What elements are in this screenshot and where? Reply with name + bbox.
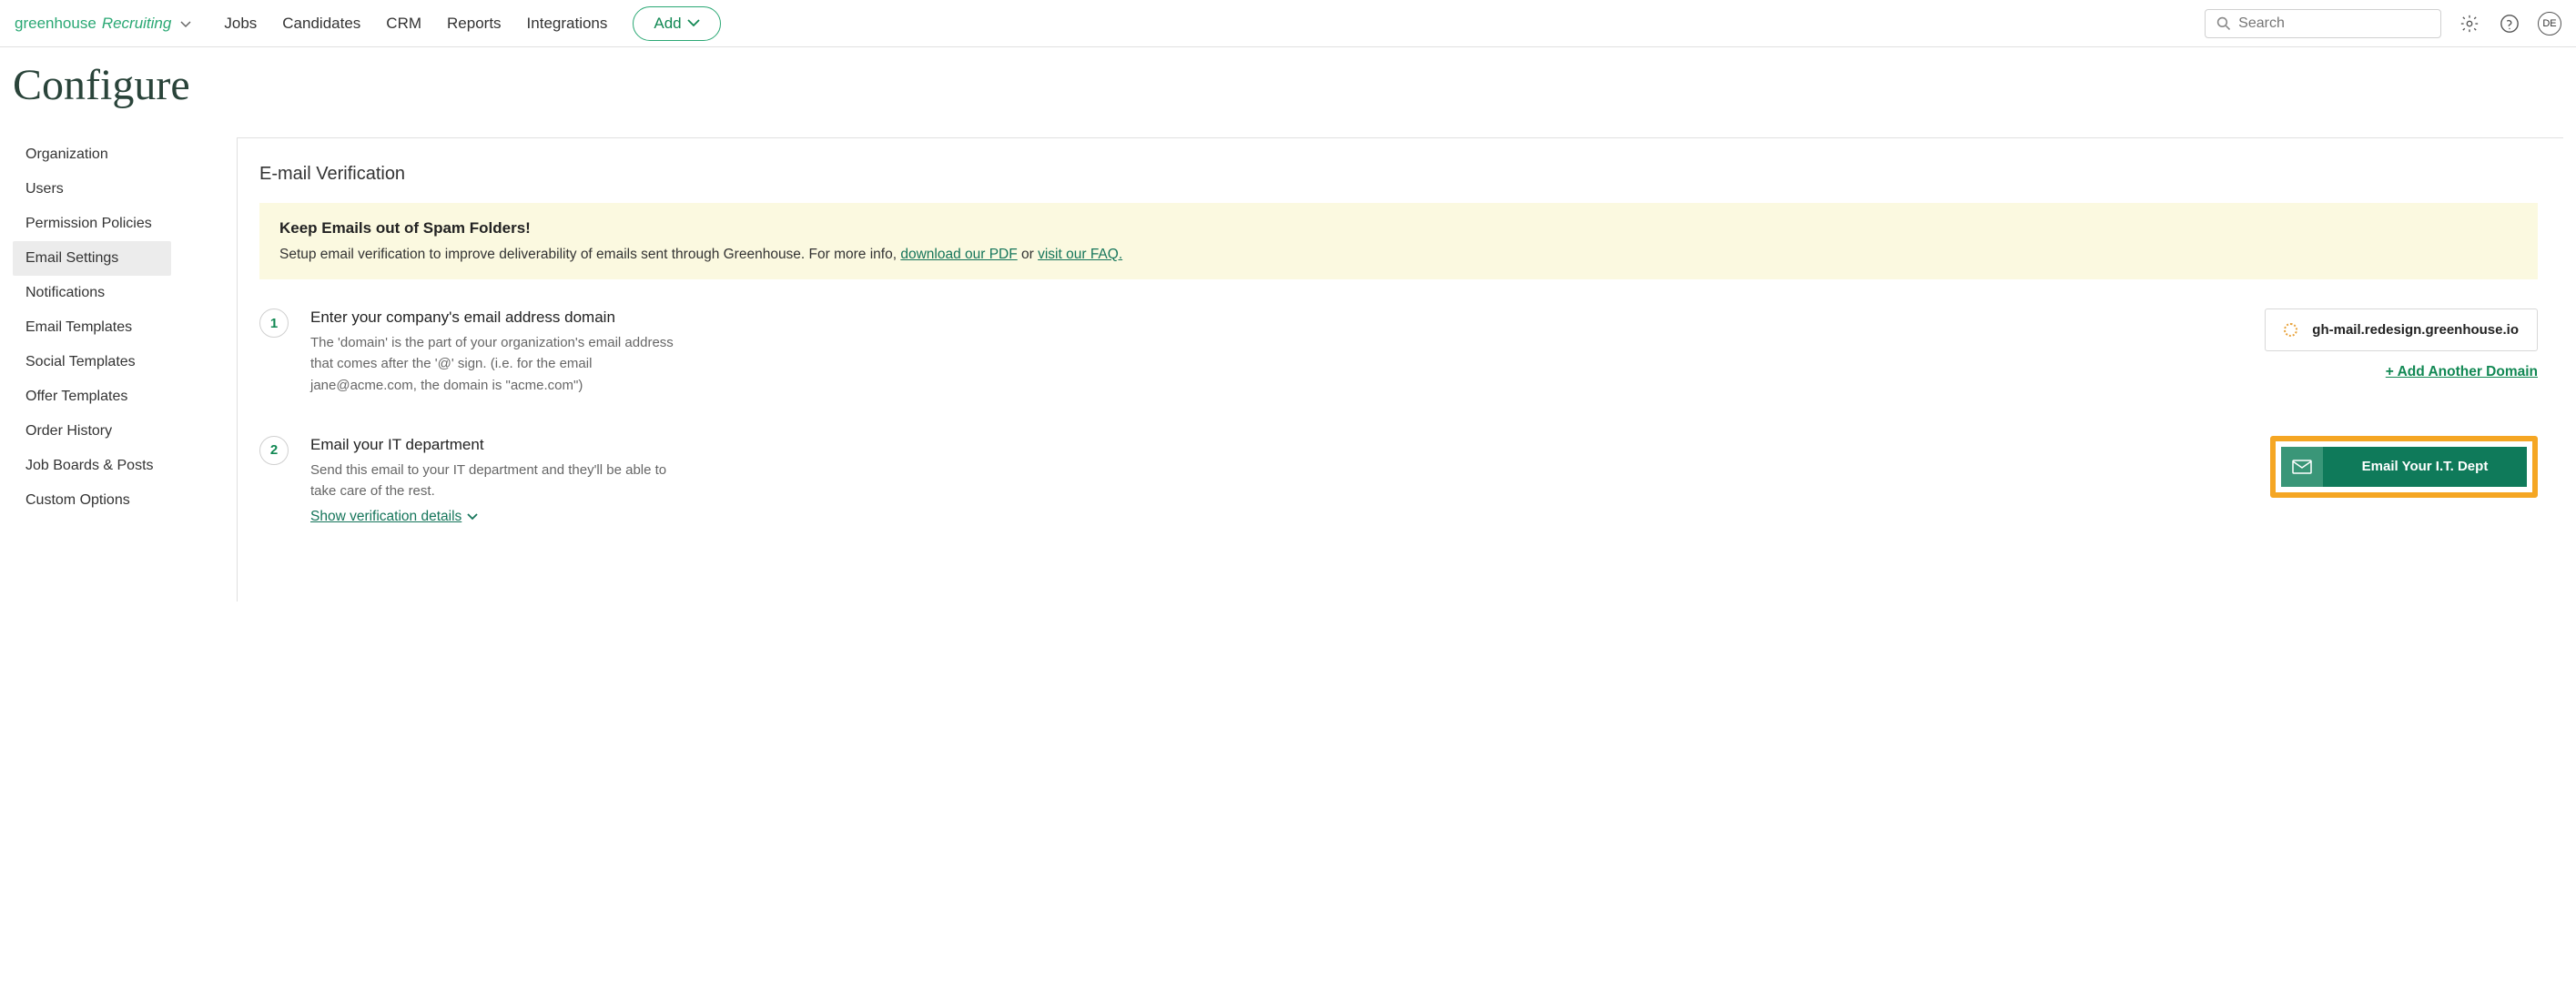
email-it-dept-button[interactable]: Email Your I.T. Dept	[2281, 447, 2527, 487]
download-pdf-link[interactable]: download our PDF	[900, 247, 1017, 262]
search-icon	[2216, 15, 2231, 32]
step-1-title: Enter your company's email address domai…	[310, 308, 693, 327]
nav-link-candidates[interactable]: Candidates	[282, 15, 360, 33]
visit-faq-link[interactable]: visit our FAQ.	[1038, 247, 1122, 262]
sidebar-item-order-history[interactable]: Order History	[13, 414, 171, 449]
step-number: 1	[259, 308, 289, 338]
step-1: 1 Enter your company's email address dom…	[259, 308, 2538, 396]
sidebar-item-permission-policies[interactable]: Permission Policies	[13, 207, 171, 241]
step-1-desc: The 'domain' is the part of your organiz…	[310, 332, 693, 396]
chevron-down-icon	[467, 513, 478, 521]
sidebar-item-email-settings[interactable]: Email Settings	[13, 241, 171, 276]
logo-primary: greenhouse	[15, 15, 96, 33]
info-banner-text: Setup email verification to improve deli…	[279, 247, 2518, 263]
step-number: 2	[259, 436, 289, 465]
sidebar-item-job-boards[interactable]: Job Boards & Posts	[13, 449, 171, 483]
info-text-pre: Setup email verification to improve deli…	[279, 247, 900, 262]
top-nav: greenhouse Recruiting Jobs Candidates CR…	[0, 0, 2576, 47]
add-button-label: Add	[654, 15, 681, 33]
help-icon[interactable]	[2498, 12, 2521, 35]
envelope-icon	[2281, 447, 2323, 487]
chevron-down-icon	[687, 19, 700, 27]
sidebar-item-social-templates[interactable]: Social Templates	[13, 345, 171, 379]
nav-right: DE	[2205, 9, 2561, 38]
step-2-title: Email your IT department	[310, 436, 693, 454]
add-button[interactable]: Add	[633, 6, 720, 41]
info-banner-title: Keep Emails out of Spam Folders!	[279, 219, 2518, 238]
domain-entry: gh-mail.redesign.greenhouse.io	[2265, 308, 2538, 351]
status-pending-icon	[2284, 323, 2297, 337]
step-2-desc: Send this email to your IT department an…	[310, 460, 693, 502]
sidebar-item-notifications[interactable]: Notifications	[13, 276, 171, 310]
nav-link-jobs[interactable]: Jobs	[224, 15, 257, 33]
gear-icon[interactable]	[2458, 12, 2481, 35]
nav-link-integrations[interactable]: Integrations	[527, 15, 608, 33]
add-another-domain-link[interactable]: + Add Another Domain	[2386, 364, 2538, 380]
avatar[interactable]: DE	[2538, 12, 2561, 35]
section-title: E-mail Verification	[259, 164, 2538, 185]
show-details-label: Show verification details	[310, 509, 461, 525]
sidebar-item-custom-options[interactable]: Custom Options	[13, 483, 171, 518]
step-2: 2 Email your IT department Send this ema…	[259, 436, 2538, 526]
domain-value: gh-mail.redesign.greenhouse.io	[2312, 322, 2519, 338]
logo-secondary: Recruiting	[102, 15, 172, 33]
sidebar-item-users[interactable]: Users	[13, 172, 171, 207]
content-panel: E-mail Verification Keep Emails out of S…	[237, 137, 2563, 602]
show-verification-details-link[interactable]: Show verification details	[310, 509, 478, 525]
chevron-down-icon[interactable]	[180, 15, 191, 33]
search-input[interactable]	[2238, 15, 2429, 32]
info-banner: Keep Emails out of Spam Folders! Setup e…	[259, 203, 2538, 279]
nav-links: Jobs Candidates CRM Reports Integrations	[224, 15, 607, 33]
sidebar-item-offer-templates[interactable]: Offer Templates	[13, 379, 171, 414]
sidebar: Organization Users Permission Policies E…	[13, 137, 171, 602]
email-it-highlight: Email Your I.T. Dept	[2270, 436, 2538, 498]
sidebar-item-email-templates[interactable]: Email Templates	[13, 310, 171, 345]
nav-link-crm[interactable]: CRM	[386, 15, 421, 33]
sidebar-item-organization[interactable]: Organization	[13, 137, 171, 172]
email-it-label: Email Your I.T. Dept	[2323, 459, 2527, 474]
logo[interactable]: greenhouse Recruiting	[15, 15, 191, 33]
nav-link-reports[interactable]: Reports	[447, 15, 502, 33]
page-title: Configure	[13, 60, 2563, 110]
info-text-mid: or	[1018, 247, 1038, 262]
search-box[interactable]	[2205, 9, 2441, 38]
